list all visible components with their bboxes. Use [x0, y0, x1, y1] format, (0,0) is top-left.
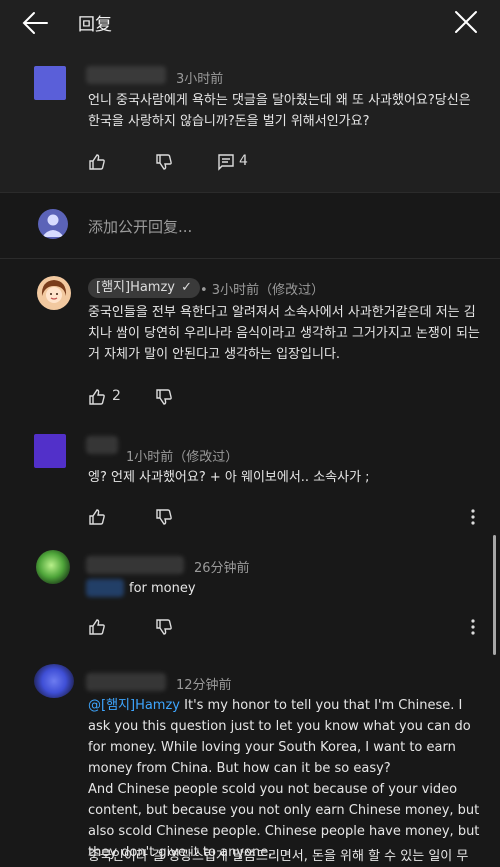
thumbs-down-icon[interactable]: [155, 153, 173, 171]
more-options-icon[interactable]: [470, 618, 476, 636]
comment-text: 중국인들을 전부 욕한다고 알려져서 소속사에서 사과한거같은데 저는 김치나 …: [88, 305, 480, 362]
avatar[interactable]: [37, 276, 71, 310]
author-name: [햄지]Hamzy: [96, 280, 175, 295]
thumbs-up-icon[interactable]: [88, 388, 106, 406]
user-avatar: [38, 209, 68, 239]
author-name-blurred: [86, 66, 166, 84]
comment-time: 1小时前（修改过）: [126, 450, 239, 465]
comment-body: It's my honor to tell you that I'm Chine…: [88, 698, 480, 860]
more-options-icon[interactable]: [470, 508, 476, 526]
comment-text: for money: [129, 581, 196, 596]
verified-check-icon: ✓: [181, 280, 193, 295]
comment-time: • 3小时前（修改过）: [200, 283, 325, 298]
reply-comments-icon[interactable]: [217, 153, 235, 171]
add-reply-input[interactable]: 添加公开回复...: [88, 216, 192, 237]
comment-text: 엥? 언제 사과했어요? + 아 웨이보에서.. 소속사가 ;: [88, 470, 370, 485]
creator-badge[interactable]: [햄지]Hamzy ✓: [88, 278, 201, 298]
next-comment-partial: 중국인이라 걸 영광스럽게 말씀드리면서, 돈을 위해 할 수 있는 일이 무: [88, 849, 469, 864]
comment-time: 12分钟前: [176, 678, 232, 693]
divider: [0, 192, 500, 193]
top-bar: 回复: [0, 0, 500, 46]
comment-time: 26分钟前: [194, 561, 250, 576]
thumbs-down-icon[interactable]: [155, 508, 173, 526]
author-name-blurred: [86, 556, 184, 574]
avatar[interactable]: [36, 550, 70, 584]
back-arrow-icon[interactable]: [20, 9, 50, 37]
page-title: 回复: [78, 15, 112, 35]
mention-link[interactable]: @[햄지]Hamzy: [88, 698, 180, 713]
author-name-blurred: [86, 436, 118, 454]
thumbs-down-icon[interactable]: [155, 618, 173, 636]
avatar[interactable]: [34, 66, 66, 100]
divider: [0, 258, 500, 259]
thumbs-up-icon[interactable]: [88, 508, 106, 526]
mention-blurred: [86, 579, 124, 597]
avatar[interactable]: [34, 434, 66, 468]
comment-text: @[햄지]Hamzy It's my honor to tell you tha…: [88, 695, 480, 863]
comment-time: 3小时前: [176, 72, 224, 87]
reply-count: 4: [239, 153, 248, 169]
thumbs-down-icon[interactable]: [155, 388, 173, 406]
author-name-blurred: [86, 673, 166, 691]
like-count: 2: [112, 388, 121, 404]
scrollbar[interactable]: [493, 535, 496, 655]
thumbs-up-icon[interactable]: [88, 618, 106, 636]
avatar[interactable]: [34, 664, 74, 698]
close-icon[interactable]: [452, 8, 480, 36]
comment-text: 언니 중국사람에게 욕하는 댓글을 달아줬는데 왜 또 사과했어요?당신은 한국…: [88, 93, 471, 129]
thumbs-up-icon[interactable]: [88, 153, 106, 171]
person-icon: [42, 214, 64, 237]
